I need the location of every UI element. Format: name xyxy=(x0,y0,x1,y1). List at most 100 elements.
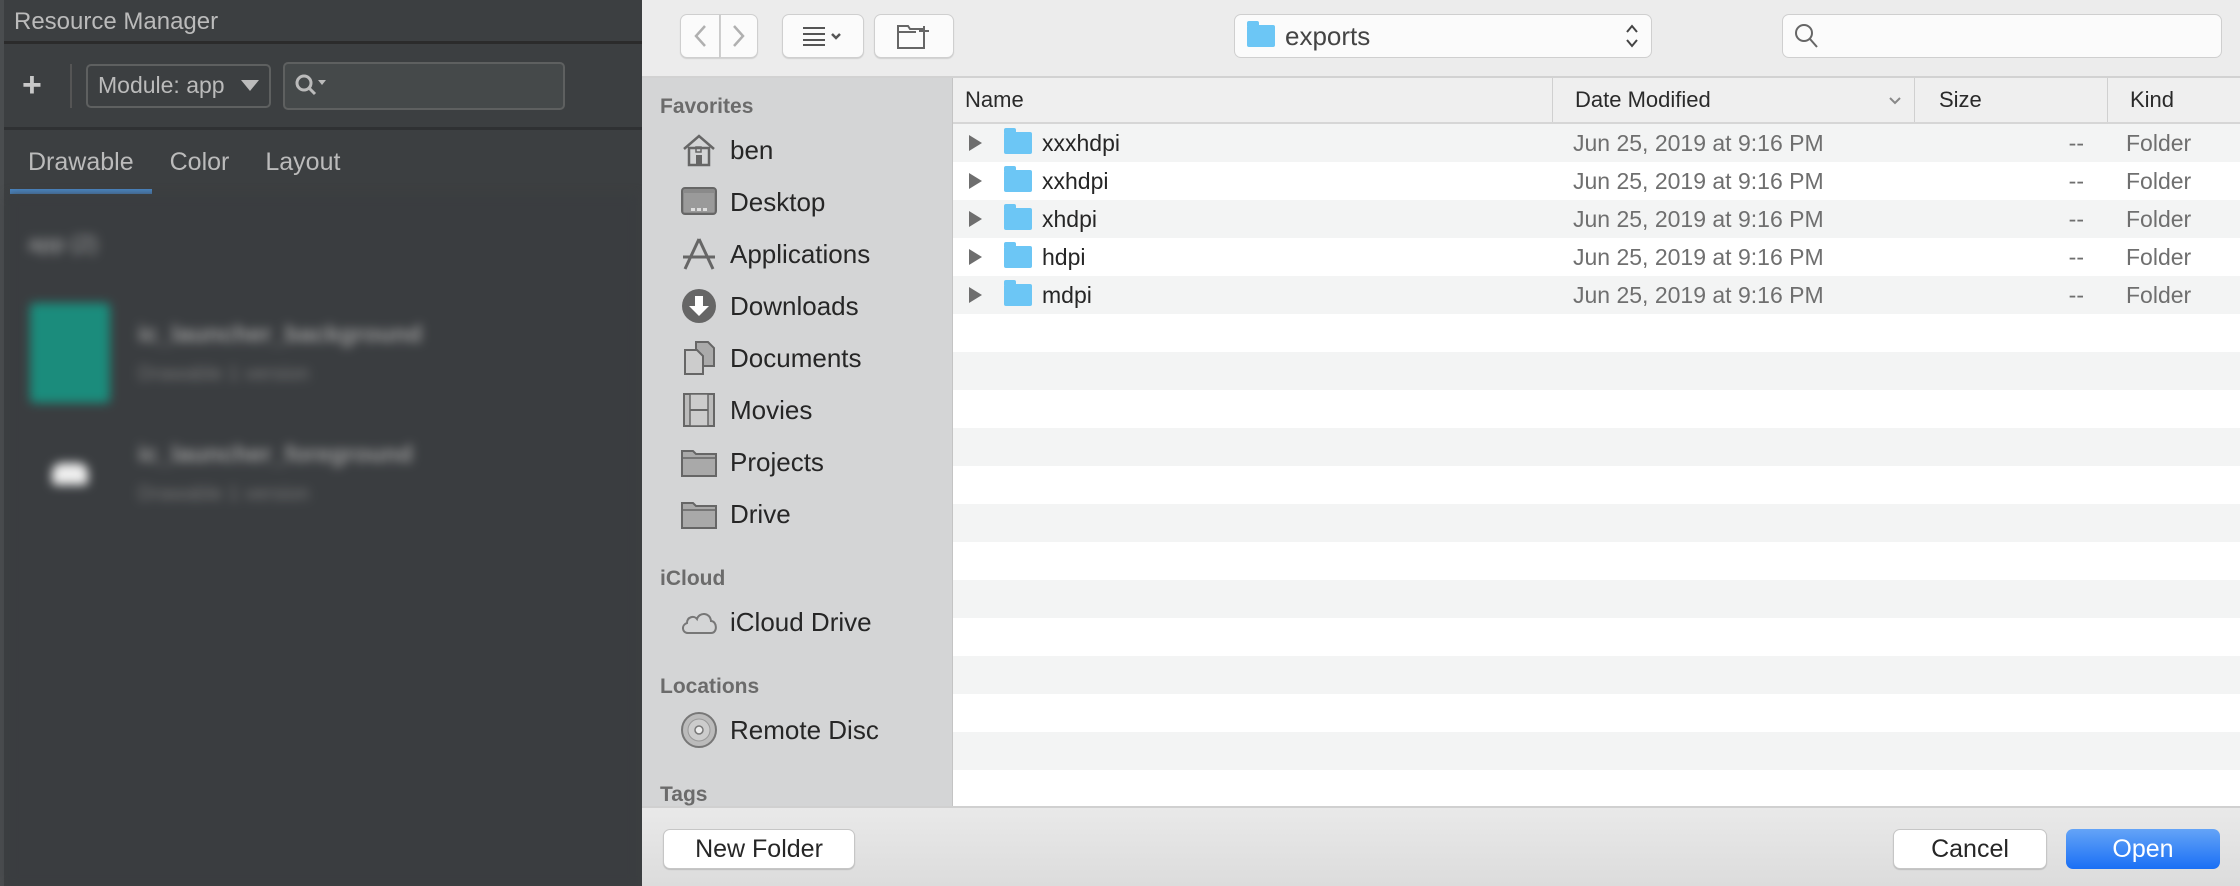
view-options-button[interactable] xyxy=(782,14,864,58)
column-kind[interactable]: Kind xyxy=(2108,78,2240,122)
empty-row xyxy=(953,428,2240,466)
sidebar-item-movies[interactable]: Movies xyxy=(642,384,952,436)
cancel-button[interactable]: Cancel xyxy=(1893,829,2047,869)
dialog-search-input[interactable] xyxy=(1782,14,2222,58)
resource-item[interactable]: ic_launcher_foreground Drawable 1 version xyxy=(8,413,638,533)
open-button[interactable]: Open xyxy=(2066,829,2220,869)
sidebar-item-drive[interactable]: Drive xyxy=(642,488,952,540)
sidebar-item-ben[interactable]: ben xyxy=(642,124,952,176)
disclosure-triangle-icon[interactable] xyxy=(969,249,982,265)
tab-drawable[interactable]: Drawable xyxy=(10,130,152,194)
file-date: Jun 25, 2019 at 9:16 PM xyxy=(1573,281,1824,308)
disclosure-triangle-icon[interactable] xyxy=(969,287,982,303)
file-row[interactable]: xxxhdpi Jun 25, 2019 at 9:16 PM -- Folder xyxy=(953,124,2240,162)
empty-row xyxy=(953,466,2240,504)
disc-icon xyxy=(680,712,718,748)
applications-icon xyxy=(680,236,718,272)
resource-thumbnail xyxy=(30,423,110,523)
sidebar-item-label: ben xyxy=(730,134,774,165)
file-name: hdpi xyxy=(1042,243,1086,270)
folder-icon xyxy=(1004,128,1032,154)
folder-icon xyxy=(1004,242,1032,268)
movies-icon xyxy=(680,392,718,428)
toolbar-divider xyxy=(70,63,72,108)
disclosure-triangle-icon[interactable] xyxy=(969,135,982,151)
file-row[interactable]: xxhdpi Jun 25, 2019 at 9:16 PM -- Folder xyxy=(953,162,2240,200)
sidebar-section-locations: Locations xyxy=(660,675,760,698)
file-size: -- xyxy=(2068,167,2084,194)
disclosure-triangle-icon[interactable] xyxy=(969,211,982,227)
file-browser: Name Date Modified Size Kind xxxhdpi Jun … xyxy=(953,78,2240,806)
sidebar-item-downloads[interactable]: Downloads xyxy=(642,280,952,332)
file-row[interactable]: hdpi Jun 25, 2019 at 9:16 PM -- Folder xyxy=(953,238,2240,276)
tab-layout[interactable]: Layout xyxy=(247,130,358,194)
sidebar-item-projects[interactable]: Projects xyxy=(642,436,952,488)
sidebar-item-label: Drive xyxy=(730,498,791,529)
folder-icon xyxy=(1247,21,1275,47)
sidebar-item-desktop[interactable]: Desktop xyxy=(642,176,952,228)
empty-row xyxy=(953,694,2240,732)
list-view-icon xyxy=(803,27,841,46)
panel-title: Resource Manager xyxy=(4,0,642,44)
column-name[interactable]: Name xyxy=(953,78,1553,122)
sort-chevron-icon xyxy=(1889,97,1901,105)
column-size[interactable]: Size xyxy=(1915,78,2108,122)
module-label: Module: app xyxy=(98,72,225,98)
folder-icon xyxy=(680,496,718,532)
column-date-label: Date Modified xyxy=(1575,87,1711,112)
file-date: Jun 25, 2019 at 9:16 PM xyxy=(1573,205,1824,232)
file-row[interactable]: mdpi Jun 25, 2019 at 9:16 PM -- Folder xyxy=(953,276,2240,314)
file-size: -- xyxy=(2068,281,2084,308)
sidebar-item-label: Desktop xyxy=(730,186,826,217)
file-name: xxhdpi xyxy=(1042,167,1109,194)
resource-search-input[interactable] xyxy=(282,61,565,110)
resource-item[interactable]: ic_launcher_background Drawable 1 version xyxy=(8,293,638,413)
resource-tabs: Drawable Color Layout xyxy=(4,130,642,194)
file-date: Jun 25, 2019 at 9:16 PM xyxy=(1573,243,1824,270)
sidebar-section-icloud: iCloud xyxy=(660,567,726,590)
location-popup[interactable]: exports xyxy=(1234,14,1652,58)
add-resource-button[interactable]: + xyxy=(22,66,56,105)
sidebar-item-label: Downloads xyxy=(730,290,859,321)
new-folder-toolbar-button[interactable] xyxy=(874,14,954,58)
back-button[interactable] xyxy=(680,14,720,58)
column-date-modified[interactable]: Date Modified xyxy=(1553,78,1915,122)
empty-row xyxy=(953,580,2240,618)
sidebar-item-remote-disc[interactable]: Remote Disc xyxy=(642,704,952,756)
resource-subtitle: Drawable 1 version xyxy=(138,482,310,505)
chevron-left-icon xyxy=(694,25,706,47)
dialog-footer: New Folder Cancel Open xyxy=(642,806,2240,886)
column-header: Name Date Modified Size Kind xyxy=(953,78,2240,124)
empty-row xyxy=(953,770,2240,806)
empty-row xyxy=(953,732,2240,770)
tab-color[interactable]: Color xyxy=(152,130,248,194)
sidebar-item-label: Documents xyxy=(730,342,862,373)
file-name: xhdpi xyxy=(1042,205,1097,232)
resource-name: ic_launcher_background xyxy=(138,320,423,348)
resource-list: app (2) ic_launcher_background Drawable 1… xyxy=(8,195,638,886)
sidebar-item-label: Projects xyxy=(730,446,824,477)
module-dropdown[interactable]: Module: app xyxy=(86,63,271,108)
sidebar-item-label: Applications xyxy=(730,238,871,269)
sidebar-item-icloud-drive[interactable]: iCloud Drive xyxy=(642,596,952,648)
file-kind: Folder xyxy=(2126,205,2192,232)
file-kind: Folder xyxy=(2126,243,2192,270)
dialog-toolbar: exports xyxy=(642,0,2240,78)
sidebar-item-label: iCloud Drive xyxy=(730,606,872,637)
chevron-down-icon xyxy=(240,80,259,91)
sidebar-item-applications[interactable]: Applications xyxy=(642,228,952,280)
sidebar-section-tags: Tags xyxy=(660,783,708,806)
desktop-icon xyxy=(680,184,718,220)
empty-row xyxy=(953,352,2240,390)
disclosure-triangle-icon[interactable] xyxy=(969,173,982,189)
resource-name: ic_launcher_foreground xyxy=(138,440,413,468)
file-date: Jun 25, 2019 at 9:16 PM xyxy=(1573,129,1824,156)
file-kind: Folder xyxy=(2126,167,2192,194)
new-folder-button[interactable]: New Folder xyxy=(663,829,855,869)
up-down-chevron-icon xyxy=(1626,24,1638,48)
forward-button[interactable] xyxy=(720,14,758,58)
open-file-dialog: exports Favorites ben Desktop Applications D… xyxy=(642,0,2240,886)
file-row[interactable]: xhdpi Jun 25, 2019 at 9:16 PM -- Folder xyxy=(953,200,2240,238)
empty-row xyxy=(953,314,2240,352)
sidebar-item-documents[interactable]: Documents xyxy=(642,332,952,384)
